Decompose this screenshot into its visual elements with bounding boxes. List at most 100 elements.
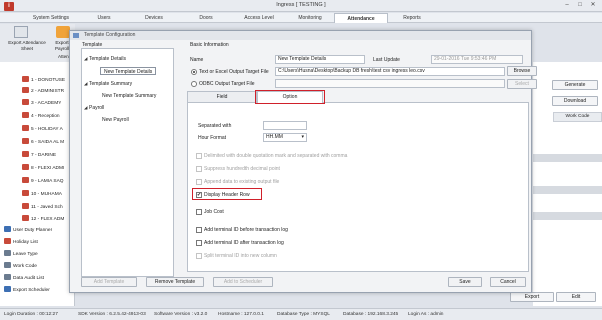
sidebar-item[interactable]: 7 - DARINE: [22, 151, 56, 160]
generate-button[interactable]: Generate: [552, 80, 598, 90]
sidebar-item-work-code[interactable]: Work Code: [4, 262, 37, 271]
sidebar-item[interactable]: 4 - Reception: [22, 112, 60, 121]
sidebar: 1 - DONOTUSE 2 - ADMINISTR 3 - ACADEMY 4…: [0, 62, 75, 306]
ribbon-toolbar: Export Attendance Sheet Export Payroll A…: [0, 24, 75, 62]
terminal-before-checkbox[interactable]: [196, 227, 202, 233]
sidebar-item-export-scheduler[interactable]: Export Scheduler: [4, 286, 50, 295]
table-row[interactable]: [533, 186, 602, 194]
sidebar-item[interactable]: 2 - ADMINISTR: [22, 87, 64, 96]
separated-with-input[interactable]: [263, 121, 307, 130]
suppress-label: Suppress hundredth decimal point: [204, 166, 280, 172]
sidebar-item-data-audit[interactable]: Data Audit List: [4, 274, 44, 283]
menu-attendance[interactable]: Attendance: [334, 13, 388, 23]
department-icon: [22, 203, 29, 209]
terminal-after-checkbox[interactable]: [196, 240, 202, 246]
hour-format-label: Hour Format: [198, 135, 227, 141]
terminal-before-label: Add terminal ID before transaction log: [204, 227, 288, 233]
sidebar-item-label: 7 - DARINE: [31, 153, 57, 158]
job-cost-checkbox[interactable]: [196, 209, 202, 215]
status-sdk-version: SDK Version : 6.2.5.42-4913-03: [78, 312, 146, 317]
title-bar: i Ingress [ TESTING ] – □ ✕: [0, 0, 602, 12]
text-output-radio[interactable]: [191, 69, 197, 75]
tree-node-new-template-summary[interactable]: New Template Summary: [102, 92, 156, 100]
name-input[interactable]: New Template Details: [275, 55, 365, 64]
menu-monitoring[interactable]: Monitoring: [288, 13, 332, 23]
cancel-button[interactable]: Cancel: [490, 277, 526, 287]
menu-doors[interactable]: Doors: [186, 13, 226, 23]
select-button[interactable]: Select: [507, 79, 537, 89]
status-login-as: Login As : admin: [408, 312, 444, 317]
delimited-checkbox[interactable]: [196, 153, 202, 159]
tree-node-new-payroll[interactable]: New Payroll: [102, 116, 129, 124]
sidebar-item[interactable]: 10 - MUHAMA: [22, 190, 62, 199]
split-terminal-label: Split terminal ID into new column: [204, 253, 277, 259]
sidebar-item-label: User Duty Planner: [13, 228, 53, 233]
name-label: Name: [190, 57, 204, 63]
highlight-header-row: [192, 188, 262, 200]
sidebar-item-label: Holiday List: [13, 240, 38, 245]
sidebar-item-label: Leave Type: [13, 252, 38, 257]
window-title: Ingress [ TESTING ]: [276, 2, 326, 8]
tree-node-template-details[interactable]: ◢ Template Details: [84, 55, 126, 63]
minimize-button[interactable]: –: [561, 1, 573, 10]
payroll-icon: [56, 26, 70, 38]
menu-users[interactable]: Users: [84, 13, 124, 23]
basic-information-label: Basic Information: [190, 42, 229, 48]
add-to-scheduler-button[interactable]: Add to Scheduler: [213, 277, 273, 287]
column-header-work-code[interactable]: Work Code: [553, 112, 602, 122]
close-button[interactable]: ✕: [587, 1, 599, 10]
menu-system-settings[interactable]: System Settings: [18, 13, 84, 23]
edit-button[interactable]: Edit: [556, 292, 596, 302]
sidebar-item[interactable]: 12 - FLEX ADM: [22, 215, 64, 224]
delimited-label: Delimited with double quotation mark and…: [204, 153, 348, 159]
sidebar-item[interactable]: 5 - HOLIDAY A: [22, 125, 63, 134]
tree-node-label: Payroll: [89, 105, 105, 111]
sidebar-item[interactable]: 8 - FLEXI ADMI: [22, 164, 64, 173]
odbc-output-radio[interactable]: [191, 81, 197, 87]
add-template-button[interactable]: Add Template: [81, 277, 137, 287]
browse-button[interactable]: Browse: [507, 66, 537, 76]
export-button[interactable]: Export: [510, 292, 554, 302]
menu-reports[interactable]: Reports: [392, 13, 432, 23]
sidebar-item-label: 6 - SAIDA AL M: [31, 140, 65, 145]
suppress-checkbox[interactable]: [196, 166, 202, 172]
dialog-icon: [73, 33, 79, 38]
table-row[interactable]: [533, 154, 602, 162]
sidebar-item-duty-planner[interactable]: User Duty Planner: [4, 226, 52, 235]
sidebar-item[interactable]: 11 - Javed Sch: [22, 203, 63, 212]
append-checkbox[interactable]: [196, 179, 202, 185]
tree-node-new-template-details[interactable]: New Template Details: [100, 67, 157, 75]
tab-field[interactable]: Field: [187, 91, 257, 103]
hour-format-select[interactable]: HH.MM ▾: [263, 133, 307, 142]
text-output-path-input[interactable]: C:\Users\Husna\Desktop\Backup DB fresh\t…: [275, 67, 505, 76]
table-row[interactable]: [533, 212, 602, 220]
download-button[interactable]: Download: [552, 96, 598, 106]
work-code-icon: [4, 262, 11, 268]
menu-access-level[interactable]: Access Level: [234, 13, 284, 23]
sidebar-item-label: Data Audit List: [13, 276, 44, 281]
export-sheet-icon: [14, 26, 28, 38]
department-icon: [22, 151, 29, 157]
odbc-output-input[interactable]: [275, 79, 505, 88]
leave-icon: [4, 250, 11, 256]
save-button[interactable]: Save: [448, 277, 482, 287]
template-configuration-dialog: Template Configuration Template ◢ Templat…: [69, 30, 537, 293]
split-terminal-checkbox[interactable]: [196, 253, 202, 259]
status-software-version: Software Version : v3.2.0: [154, 312, 208, 317]
tree-node-template-summary[interactable]: ◢ Template Summary: [84, 80, 132, 88]
sidebar-item[interactable]: 6 - SAIDA AL M: [22, 138, 64, 147]
tree-node-payroll[interactable]: ◢ Payroll: [84, 104, 104, 112]
maximize-button[interactable]: □: [574, 1, 586, 10]
sidebar-item[interactable]: 1 - DONOTUSE: [22, 76, 65, 85]
sidebar-item-leave-type[interactable]: Leave Type: [4, 250, 38, 259]
sidebar-item-holiday-list[interactable]: Holiday List: [4, 238, 38, 247]
export-attendance-sheet-button[interactable]: Export Attendance Sheet: [2, 40, 52, 51]
sidebar-item-label: 8 - FLEXI ADMI: [31, 166, 65, 171]
sidebar-item[interactable]: 9 - LAMIA SAQ: [22, 177, 64, 186]
remove-template-button[interactable]: Remove Template: [146, 277, 204, 287]
department-icon: [22, 76, 29, 82]
sidebar-item[interactable]: 3 - ACADEMY: [22, 99, 61, 108]
menu-devices[interactable]: Devices: [134, 13, 174, 23]
odbc-output-label: ODBC Output Target File: [199, 81, 255, 87]
status-hostname: Hostname : 127.0.0.1: [218, 312, 264, 317]
